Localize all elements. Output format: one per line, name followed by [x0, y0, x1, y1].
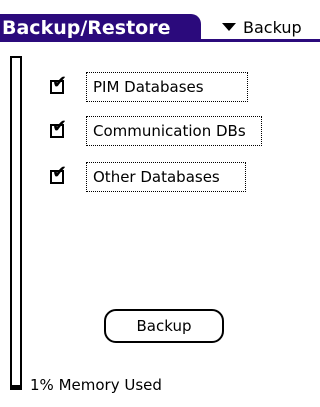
memory-used-label: 1% Memory Used — [30, 376, 162, 394]
title-bar: Backup/Restore Backup — [0, 14, 320, 42]
option-row-pim: ✔ PIM Databases — [50, 72, 248, 102]
communication-checkbox[interactable]: ✔ — [50, 118, 67, 138]
pim-databases-label[interactable]: PIM Databases — [86, 72, 248, 102]
other-databases-label[interactable]: Other Databases — [86, 162, 246, 192]
app-title: Backup/Restore — [0, 14, 201, 42]
backup-button[interactable]: Backup — [104, 309, 224, 343]
communication-dbs-label[interactable]: Communication DBs — [86, 116, 262, 146]
check-icon: ✔ — [52, 116, 68, 137]
pim-checkbox[interactable]: ✔ — [50, 74, 67, 94]
option-row-other: ✔ Other Databases — [50, 162, 246, 192]
check-icon: ✔ — [52, 72, 68, 93]
mode-dropdown[interactable]: Backup — [220, 14, 320, 40]
triangle-down-icon — [222, 23, 236, 31]
mode-dropdown-label: Backup — [243, 17, 302, 37]
memory-usage-fill — [12, 384, 20, 388]
other-checkbox[interactable]: ✔ — [50, 164, 67, 184]
option-row-communication: ✔ Communication DBs — [50, 116, 262, 146]
check-icon: ✔ — [52, 162, 68, 183]
memory-usage-bar — [10, 56, 22, 390]
title-underline — [0, 39, 320, 42]
